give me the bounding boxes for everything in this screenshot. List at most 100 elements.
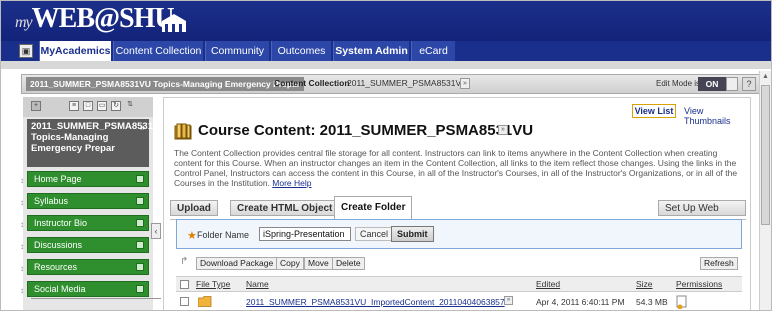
create-html-object-button[interactable]: Create HTML Object xyxy=(230,200,340,216)
sidebar-item-discussions[interactable]: ↕ Discussions xyxy=(20,237,149,253)
breadcrumb-options-icon[interactable]: » xyxy=(460,78,470,89)
page-title: Course Content: 2011_SUMMER_PSMA8531VU xyxy=(198,122,534,139)
delete-button[interactable]: Delete xyxy=(332,257,365,270)
required-star-icon: ★ xyxy=(187,230,197,242)
folder-icon xyxy=(198,296,212,307)
sidebar-item-social-media[interactable]: ↕ Social Media xyxy=(20,281,149,297)
title-options-icon[interactable]: » xyxy=(498,125,508,135)
course-menu-toolbar: + ≡ □ ▭ ↻ ⇅ xyxy=(23,97,153,117)
reorder-icon[interactable]: ⇅ xyxy=(125,101,135,111)
copy-button[interactable]: Copy xyxy=(276,257,304,270)
edit-mode-label: Edit Mode is: xyxy=(656,79,703,88)
browser-frame: myWEB@SHU ▣ MyAcademics Content Collecti… xyxy=(0,0,772,311)
collapse-menu-icon[interactable]: ‹ xyxy=(151,223,161,239)
column-file-type[interactable]: File Type xyxy=(196,279,230,289)
action-bar: Upload Create HTML Object Create Folder … xyxy=(170,196,746,230)
item-options-icon[interactable] xyxy=(136,175,144,183)
view-list-button[interactable]: View List xyxy=(632,104,676,118)
tab-content-collection[interactable]: Content Collection xyxy=(113,41,203,61)
item-options-icon[interactable] xyxy=(136,219,144,227)
table-header: File Type Name Edited Size Permissions xyxy=(176,276,742,292)
tab-myacademics[interactable]: MyAcademics xyxy=(39,41,111,61)
select-all-checkbox[interactable] xyxy=(180,280,189,289)
course-title-text: 2011_SUMMER_PSMA8531VU Topics-Managing E… xyxy=(31,121,167,154)
tab-ecard[interactable]: eCard xyxy=(411,41,455,61)
set-up-web-folder-button[interactable]: Set Up Web Folder xyxy=(658,200,746,230)
chevron-right-icon[interactable]: » xyxy=(140,122,145,133)
download-package-button[interactable]: Download Package xyxy=(196,257,278,270)
drag-handle-icon[interactable]: ↕ xyxy=(20,196,24,210)
sidebar-item-instructor-bio[interactable]: ↕ Instructor Bio xyxy=(20,215,149,231)
column-edited[interactable]: Edited xyxy=(536,279,560,289)
cancel-button[interactable]: Cancel xyxy=(355,227,394,241)
upload-button[interactable]: Upload xyxy=(170,200,218,216)
scroll-up-icon[interactable]: ▲ xyxy=(760,71,771,82)
page-description: The Content Collection provides central … xyxy=(174,148,746,188)
course-menu: + ≡ □ ▭ ↻ ⇅ 2011_SUMMER_PSMA8531VU Topic… xyxy=(20,97,166,310)
drag-handle-icon[interactable]: ↕ xyxy=(20,218,24,232)
sidebar-item-resources[interactable]: ↕ Resources xyxy=(20,259,149,275)
view-thumbnails-link[interactable]: View Thumbnails xyxy=(684,106,750,126)
item-toolbar: ↱ Download Package Copy Move Delete Refr… xyxy=(176,256,742,272)
select-arrow-icon: ↱ xyxy=(180,256,189,267)
window-icon[interactable]: ▭ xyxy=(97,101,107,111)
create-folder-tab[interactable]: Create Folder xyxy=(334,196,413,220)
add-menu-item-icon[interactable]: + xyxy=(31,101,41,111)
breadcrumb-course[interactable]: 2011_SUMMER_PSMA8531VU Topics-Managing E… xyxy=(26,77,305,91)
menu-resize-handle[interactable] xyxy=(31,298,161,302)
description-text: The Content Collection provides central … xyxy=(174,148,738,188)
item-options-icon[interactable] xyxy=(136,241,144,249)
sidebar-item-label: Resources xyxy=(34,262,78,272)
refresh-icon[interactable]: ↻ xyxy=(111,101,121,111)
page-scrollbar[interactable]: ▲ xyxy=(759,71,771,310)
drag-handle-icon[interactable]: ↕ xyxy=(20,262,24,276)
folder-view-icon[interactable]: □ xyxy=(83,101,93,111)
course-title-box[interactable]: 2011_SUMMER_PSMA8531VU Topics-Managing E… xyxy=(27,119,166,167)
sidebar-item-syllabus[interactable]: ↕ Syllabus xyxy=(20,193,149,209)
drag-handle-icon[interactable]: ↕ xyxy=(20,284,24,298)
refresh-button[interactable]: Refresh xyxy=(700,257,738,270)
sidebar-item-home-page[interactable]: ↕ Home Page xyxy=(20,171,149,187)
item-options-icon[interactable] xyxy=(136,197,144,205)
site-header: myWEB@SHU xyxy=(1,1,771,41)
column-name[interactable]: Name xyxy=(246,279,269,289)
tab-outcomes[interactable]: Outcomes xyxy=(271,41,331,61)
breadcrumb-current: 2011_SUMMER_PSMA8531VU xyxy=(347,78,468,88)
help-button[interactable]: ? xyxy=(742,77,756,91)
column-permissions[interactable]: Permissions xyxy=(676,279,722,289)
main-tab-bar: ▣ MyAcademics Content Collection Communi… xyxy=(1,41,771,61)
item-options-icon[interactable] xyxy=(136,285,144,293)
item-edited: Apr 4, 2011 6:40:11 PM xyxy=(536,297,625,307)
table-row: 2011_SUMMER_PSMA8531VU_ImportedContent_2… xyxy=(176,294,742,310)
more-help-link[interactable]: More Help xyxy=(272,178,311,188)
breadcrumb-separator: › xyxy=(336,78,339,88)
content-collection-icon xyxy=(174,123,192,140)
list-view-icon[interactable]: ≡ xyxy=(69,101,79,111)
logo-main-text: WEB@SHU xyxy=(31,3,175,34)
tab-community[interactable]: Community xyxy=(205,41,269,61)
sidebar-item-label: Syllabus xyxy=(34,196,69,206)
drag-handle-icon[interactable]: ↕ xyxy=(20,240,24,254)
submit-button[interactable]: Submit xyxy=(391,226,434,242)
item-name-link[interactable]: 2011_SUMMER_PSMA8531VU_ImportedContent_2… xyxy=(246,297,505,307)
edit-mode-off-area[interactable] xyxy=(726,77,738,91)
folder-name-input[interactable] xyxy=(259,227,351,241)
item-options-icon[interactable] xyxy=(136,263,144,271)
row-checkbox[interactable] xyxy=(180,297,189,306)
permissions-icon[interactable] xyxy=(676,295,688,309)
edit-mode-toggle[interactable]: ON xyxy=(698,77,726,91)
folder-name-label: Folder Name xyxy=(197,230,250,240)
tab-system-admin[interactable]: System Admin xyxy=(333,41,409,61)
site-logo[interactable]: myWEB@SHU xyxy=(15,3,175,35)
move-button[interactable]: Move xyxy=(304,257,333,270)
drag-handle-icon[interactable]: ↕ xyxy=(20,174,24,188)
breadcrumb: 2011_SUMMER_PSMA8531VU Topics-Managing E… xyxy=(21,74,766,94)
building-icon xyxy=(162,14,186,32)
sidebar-item-label: Instructor Bio xyxy=(34,218,88,228)
item-options-icon[interactable]: » xyxy=(504,296,513,305)
sidebar-item-label: Social Media xyxy=(34,284,86,294)
menu-icon[interactable]: ▣ xyxy=(19,44,33,58)
sidebar-item-label: Discussions xyxy=(34,240,83,250)
column-size[interactable]: Size xyxy=(636,279,653,289)
scroll-thumb[interactable] xyxy=(761,85,770,225)
